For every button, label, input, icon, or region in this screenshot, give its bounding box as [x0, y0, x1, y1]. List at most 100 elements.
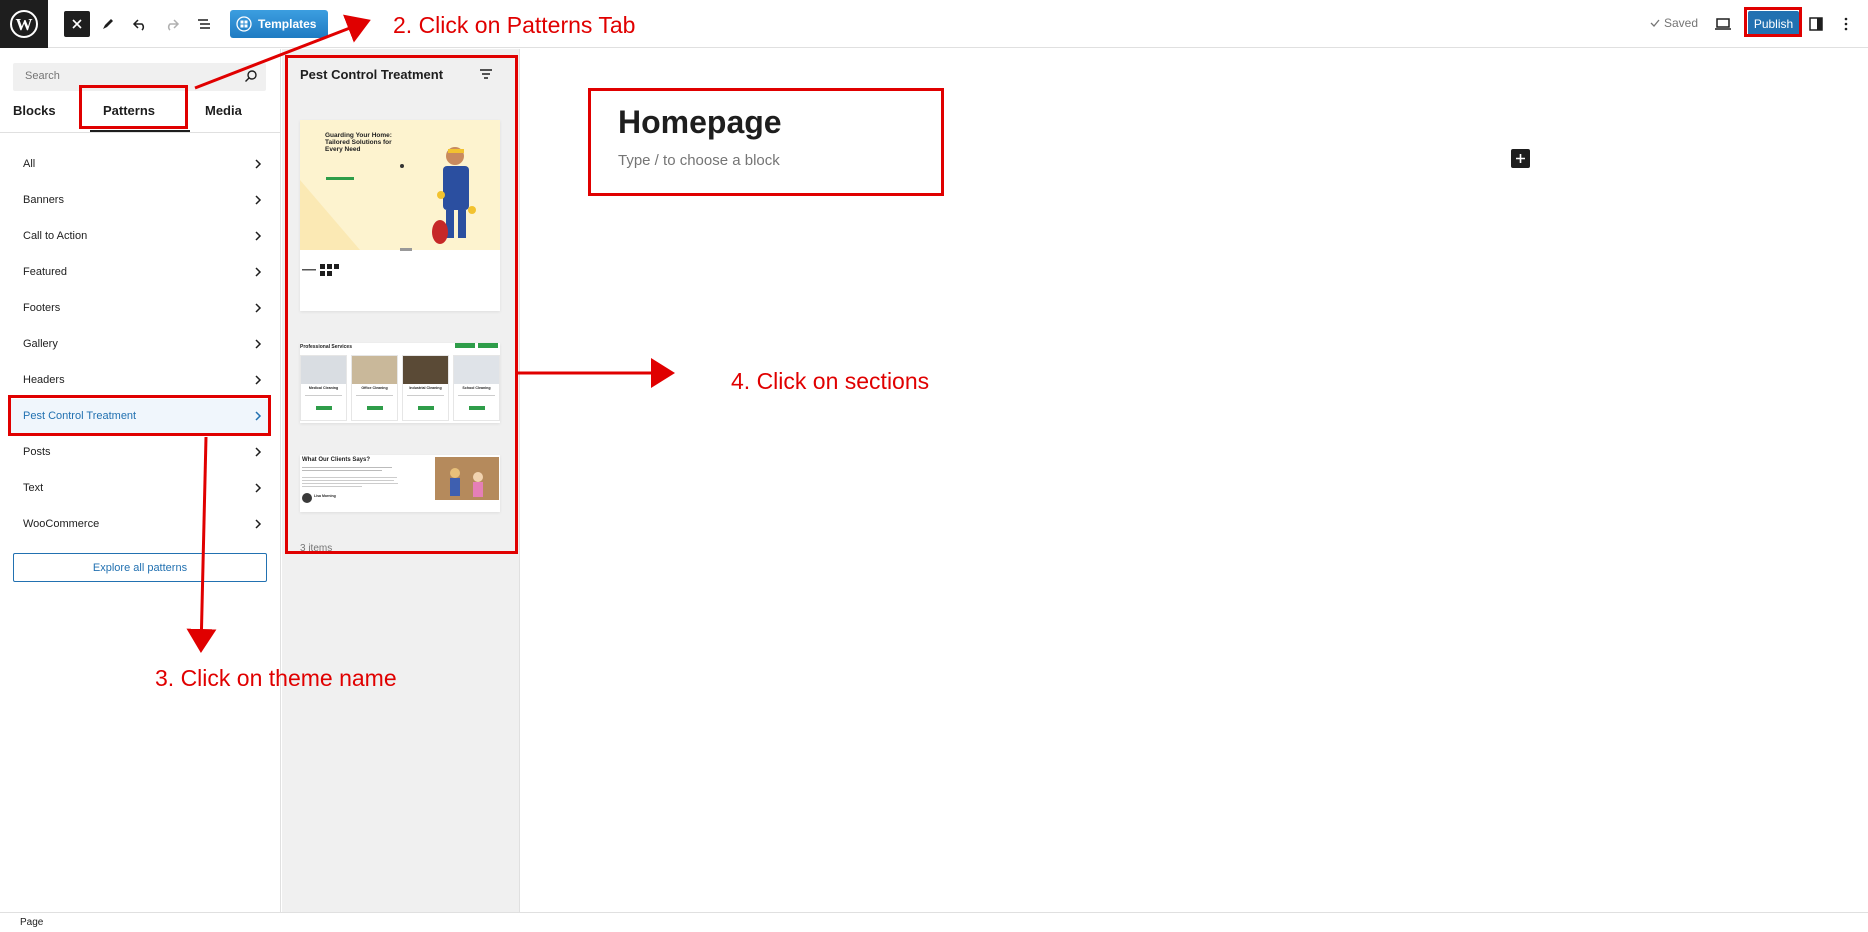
chevron-right-icon: [255, 195, 262, 205]
pattern-category-text[interactable]: Text: [8, 471, 270, 505]
services-button-1: [455, 343, 475, 348]
templates-icon: [236, 16, 252, 32]
chevron-right-icon: [255, 483, 262, 493]
chevron-right-icon: [255, 519, 262, 529]
chevron-right-icon: [255, 267, 262, 277]
pattern-category-call-to-action[interactable]: Call to Action: [8, 219, 270, 253]
service-name: Medical Cleaning: [308, 386, 339, 390]
breadcrumb-statusbar: Page: [0, 912, 1868, 932]
hero-pattern-text-layer: Guarding Your Home: Tailored Solutions f…: [325, 132, 392, 153]
more-vertical-icon[interactable]: [1833, 11, 1859, 37]
service-image: [352, 356, 397, 384]
chevron-right-icon: [255, 411, 262, 421]
explore-all-patterns-button[interactable]: Explore all patterns: [13, 553, 267, 582]
tabs-divider: [0, 132, 281, 133]
services-button-2: [478, 343, 498, 348]
testimonials-pattern-heading: What Our Clients Says?: [302, 457, 371, 463]
add-block-button[interactable]: [1511, 149, 1530, 168]
tab-media[interactable]: Media: [205, 103, 242, 125]
pattern-category-footers[interactable]: Footers: [8, 291, 270, 325]
service-name: Industrial Cleaning: [409, 386, 442, 390]
pattern-card-hero[interactable]: Guarding Your Home: Tailored Solutions f…: [300, 120, 500, 311]
pattern-card-services[interactable]: Professional Services Medical Cleaning Of…: [300, 343, 500, 423]
editor-canvas: [521, 49, 1868, 912]
pattern-category-posts[interactable]: Posts: [8, 435, 270, 469]
chevron-right-icon: [255, 159, 262, 169]
publish-button[interactable]: Publish: [1748, 11, 1799, 37]
block-placeholder[interactable]: Type / to choose a block: [618, 152, 780, 169]
annotation-step2: 2. Click on Patterns Tab: [393, 12, 636, 38]
breadcrumb-page[interactable]: Page: [20, 917, 43, 928]
search-placeholder: Search: [25, 70, 60, 82]
service-image: [301, 356, 346, 384]
service-button: [315, 406, 332, 410]
service-name: School Cleaning: [462, 386, 491, 390]
annotation-step4: 4. Click on sections: [731, 368, 930, 394]
pattern-category-label: Banners: [23, 194, 64, 206]
pattern-category-woocommerce[interactable]: WooCommerce: [8, 507, 270, 541]
saved-status: Saved: [1650, 16, 1698, 30]
service-text: [305, 395, 342, 396]
pattern-category-label: Text: [23, 482, 44, 494]
pattern-category-featured[interactable]: Featured: [8, 255, 270, 289]
wordpress-logo-icon[interactable]: W: [0, 0, 48, 48]
pattern-category-label: Call to Action: [23, 230, 88, 242]
annotation-step3: 3. Click on theme name: [155, 665, 397, 691]
services-pattern-heading: Professional Services: [300, 344, 352, 350]
redo-icon[interactable]: [159, 11, 185, 37]
list-view-icon[interactable]: [191, 11, 217, 37]
service-image: [454, 356, 499, 384]
chevron-right-icon: [255, 303, 262, 313]
service-text: [356, 395, 393, 396]
filter-icon[interactable]: [477, 65, 495, 83]
service-button: [417, 406, 434, 410]
pattern-category-all[interactable]: All: [8, 147, 270, 181]
undo-icon[interactable]: [127, 11, 153, 37]
editor-toolbar: W Templates Saved Publish: [0, 0, 1868, 48]
pen-icon[interactable]: [95, 11, 121, 37]
service-card: Industrial Cleaning: [402, 355, 449, 421]
service-button: [468, 406, 485, 410]
desktop-icon[interactable]: [1710, 11, 1736, 37]
templates-button[interactable]: Templates: [230, 10, 328, 38]
chevron-right-icon: [255, 375, 262, 385]
testimonial-author: Lisa Morning: [314, 494, 336, 498]
tab-blocks[interactable]: Blocks: [13, 103, 56, 125]
testimonials-pattern-thumbnail: [302, 457, 499, 503]
pattern-category-label: WooCommerce: [23, 518, 100, 530]
hero-pattern-heading: Guarding Your Home: Tailored Solutions f…: [325, 132, 392, 153]
pattern-category-label: Footers: [23, 302, 61, 314]
service-text: [407, 395, 444, 396]
service-card: Medical Cleaning: [300, 355, 347, 421]
chevron-right-icon: [255, 231, 262, 241]
service-card: School Cleaning: [453, 355, 500, 421]
pattern-card-testimonials[interactable]: What Our Clients Says? Lisa Morning: [300, 455, 500, 512]
tab-patterns[interactable]: Patterns: [103, 103, 155, 125]
pattern-category-label: Pest Control Treatment: [23, 410, 137, 422]
pattern-count: 3 items: [300, 543, 333, 554]
search-icon: [245, 70, 257, 82]
close-icon[interactable]: [64, 11, 90, 37]
sidebar-icon[interactable]: [1803, 11, 1829, 37]
service-button: [366, 406, 383, 410]
service-card: Office Cleaning: [351, 355, 398, 421]
page-title[interactable]: Homepage: [618, 104, 782, 141]
block-inserter-panel: Search Blocks Patterns Media All Banners C…: [0, 49, 281, 912]
service-text: [458, 395, 495, 396]
pattern-category-title: Pest Control Treatment: [300, 67, 444, 82]
svg-text:W: W: [16, 15, 33, 34]
service-name: Office Cleaning: [361, 386, 388, 390]
pattern-category-label: Featured: [23, 266, 68, 278]
search-input[interactable]: Search: [13, 63, 266, 91]
pattern-preview-panel: Pest Control Treatment Guarding Your Hom…: [282, 49, 520, 912]
pattern-category-pest-control-treatment[interactable]: Pest Control Treatment: [8, 399, 270, 433]
pattern-category-label: All: [23, 158, 36, 170]
pattern-category-label: Gallery: [23, 338, 58, 350]
chevron-right-icon: [255, 339, 262, 349]
saved-label: Saved: [1664, 16, 1699, 30]
pattern-category-label: Headers: [23, 374, 65, 386]
pattern-category-gallery[interactable]: Gallery: [8, 327, 270, 361]
pattern-category-banners[interactable]: Banners: [8, 183, 270, 217]
pattern-category-headers[interactable]: Headers: [8, 363, 270, 397]
pattern-category-label: Posts: [23, 446, 51, 458]
